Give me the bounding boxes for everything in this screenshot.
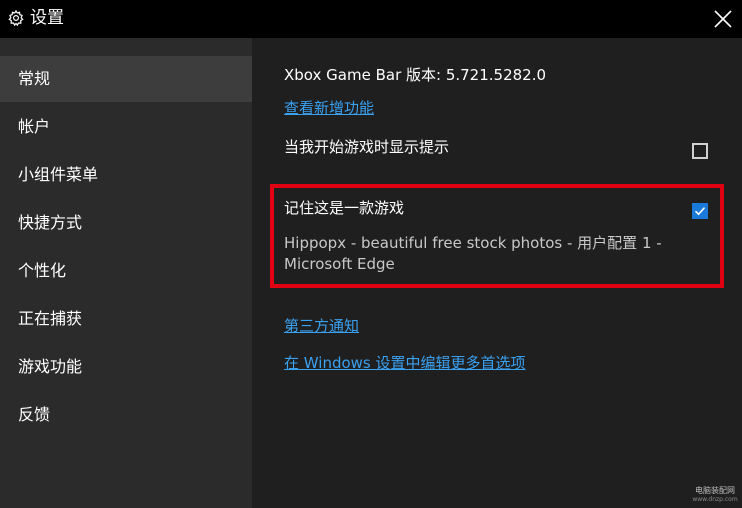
version-text: Xbox Game Bar 版本: 5.721.5282.0 (284, 66, 547, 84)
sidebar-item-label: 常规 (18, 69, 51, 88)
sidebar-item-label: 快捷方式 (18, 213, 83, 232)
sidebar-item-capturing[interactable]: 正在捕获 (0, 296, 252, 342)
third-party-notices-link[interactable]: 第三方通知 (284, 316, 359, 336)
sidebar-item-label: 正在捕获 (18, 309, 83, 328)
show-tips-checkbox[interactable] (692, 143, 708, 159)
window-title: 设置 (30, 8, 64, 28)
game-app-name: Hippopx - beautiful free stock photos - … (284, 234, 662, 273)
checkmark-icon (694, 207, 706, 216)
watermark-line1: 电脑装配网 (695, 486, 735, 495)
gear-icon (8, 9, 24, 27)
sidebar-item-label: 游戏功能 (18, 357, 83, 376)
show-tips-label: 当我开始游戏时显示提示 (284, 138, 450, 156)
sidebar-item-gaming-features[interactable]: 游戏功能 (0, 344, 252, 390)
remember-game-label: 记住这是一款游戏 (284, 199, 405, 217)
sidebar: 常规 帐户 小组件菜单 快捷方式 个性化 正在捕获 游戏功能 反馈 (0, 38, 252, 508)
watermark: 电脑装配网 www.dnzp.com (690, 486, 740, 504)
sidebar-item-feedback[interactable]: 反馈 (0, 392, 252, 438)
watermark-line2: www.dnzp.com (692, 496, 738, 503)
sidebar-item-label: 个性化 (18, 261, 67, 280)
windows-settings-link[interactable]: 在 Windows 设置中编辑更多首选项 (284, 353, 526, 373)
sidebar-item-general[interactable]: 常规 (0, 56, 252, 102)
sidebar-item-shortcuts[interactable]: 快捷方式 (0, 200, 252, 246)
title-bar: 设置 (0, 0, 742, 38)
sidebar-item-account[interactable]: 帐户 (0, 104, 252, 150)
settings-window: 设置 常规 帐户 小组件菜单 快捷方式 个性化 正在捕获 游戏功能 反馈 Xbo… (0, 0, 742, 508)
sidebar-item-label: 小组件菜单 (18, 165, 99, 184)
whats-new-link[interactable]: 查看新增功能 (284, 98, 374, 118)
main-panel: Xbox Game Bar 版本: 5.721.5282.0 查看新增功能 当我… (252, 38, 742, 508)
remember-game-checkbox[interactable] (692, 203, 708, 219)
sidebar-item-label: 反馈 (18, 405, 51, 424)
sidebar-item-widget-menu[interactable]: 小组件菜单 (0, 152, 252, 198)
sidebar-item-personalization[interactable]: 个性化 (0, 248, 252, 294)
sidebar-item-label: 帐户 (18, 117, 51, 136)
close-icon[interactable] (708, 4, 738, 34)
